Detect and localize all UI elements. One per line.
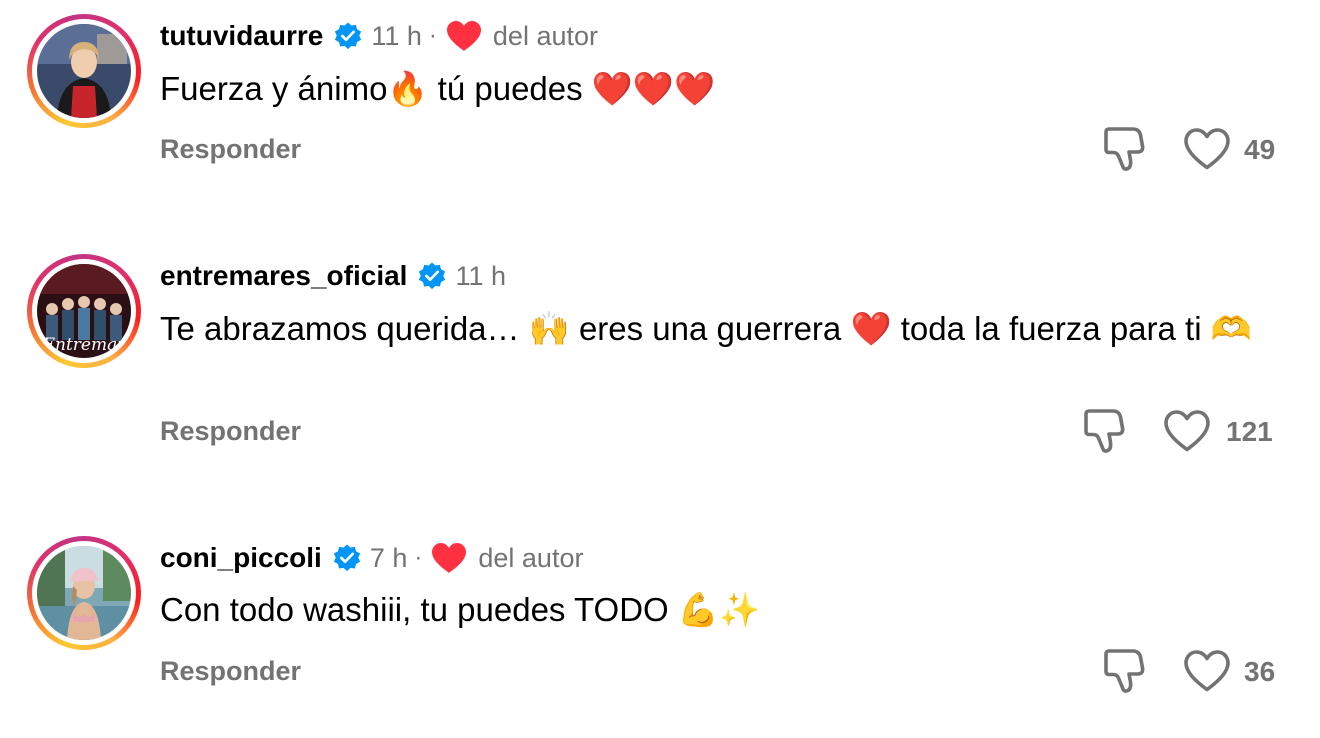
heart-filled-icon — [445, 19, 483, 53]
verified-badge-icon — [333, 21, 363, 51]
timestamp: 7 h — [369, 542, 408, 573]
thumb-down-icon[interactable] — [1082, 408, 1126, 454]
separator-dot: · — [428, 22, 437, 49]
comment-text: Fuerza y ánimo🔥 tú puedes ❤️❤️❤️ — [160, 70, 716, 107]
avatar[interactable] — [27, 14, 141, 128]
timestamp: 11 h — [371, 20, 422, 51]
avatar-border: Entremar — [32, 259, 136, 363]
heart-outline-icon[interactable] — [1162, 408, 1212, 454]
timestamp: 11 h — [455, 260, 507, 291]
liked-by-author-label: del autor — [478, 542, 584, 573]
avatar-logo-text: Entremar — [42, 335, 127, 355]
reply-button[interactable]: Responder — [160, 416, 301, 447]
avatar[interactable]: Entremar — [27, 254, 141, 368]
heart-filled-icon — [430, 541, 468, 575]
comment-item: tutuvidaurre 11 h · del autor Fuerza y á… — [0, 0, 1320, 240]
comment-item: Entremar entremares_oficial 11 h Te abra… — [0, 240, 1320, 520]
avatar-photo: Entremar — [37, 264, 131, 358]
heart-outline-icon[interactable] — [1182, 126, 1232, 172]
reply-button[interactable]: Responder — [160, 656, 301, 687]
like-count: 49 — [1244, 134, 1276, 165]
avatar-border — [32, 541, 136, 645]
thumb-down-icon[interactable] — [1102, 648, 1146, 694]
thumb-down-icon[interactable] — [1102, 126, 1146, 172]
heart-outline-icon[interactable] — [1182, 648, 1232, 694]
comment-text: Con todo washiii, tu puedes TODO 💪✨ — [160, 591, 761, 628]
comment-meta: tutuvidaurre 11 h · del autor — [160, 16, 598, 56]
username[interactable]: tutuvidaurre — [160, 20, 323, 52]
liked-by-author-label: del autor — [492, 20, 598, 51]
username[interactable]: coni_piccoli — [160, 542, 322, 574]
username[interactable]: entremares_oficial — [160, 260, 407, 292]
comment-meta: entremares_oficial 11 h — [160, 256, 506, 296]
like-count: 121 — [1226, 416, 1273, 447]
avatar[interactable] — [27, 536, 141, 650]
verified-badge-icon — [417, 261, 447, 291]
avatar-border — [32, 19, 136, 123]
like-count: 36 — [1244, 656, 1276, 687]
verified-badge-icon — [332, 543, 362, 573]
avatar-photo — [37, 546, 131, 640]
comment-text: Te abrazamos querida… 🙌 eres una guerrer… — [160, 310, 1252, 347]
reply-button[interactable]: Responder — [160, 134, 301, 165]
comment-meta: coni_piccoli 7 h · del autor — [160, 538, 583, 578]
avatar-photo — [37, 24, 131, 118]
separator-dot: · — [414, 544, 423, 571]
comment-item: coni_piccoli 7 h · del autor Con todo wa… — [0, 520, 1320, 738]
